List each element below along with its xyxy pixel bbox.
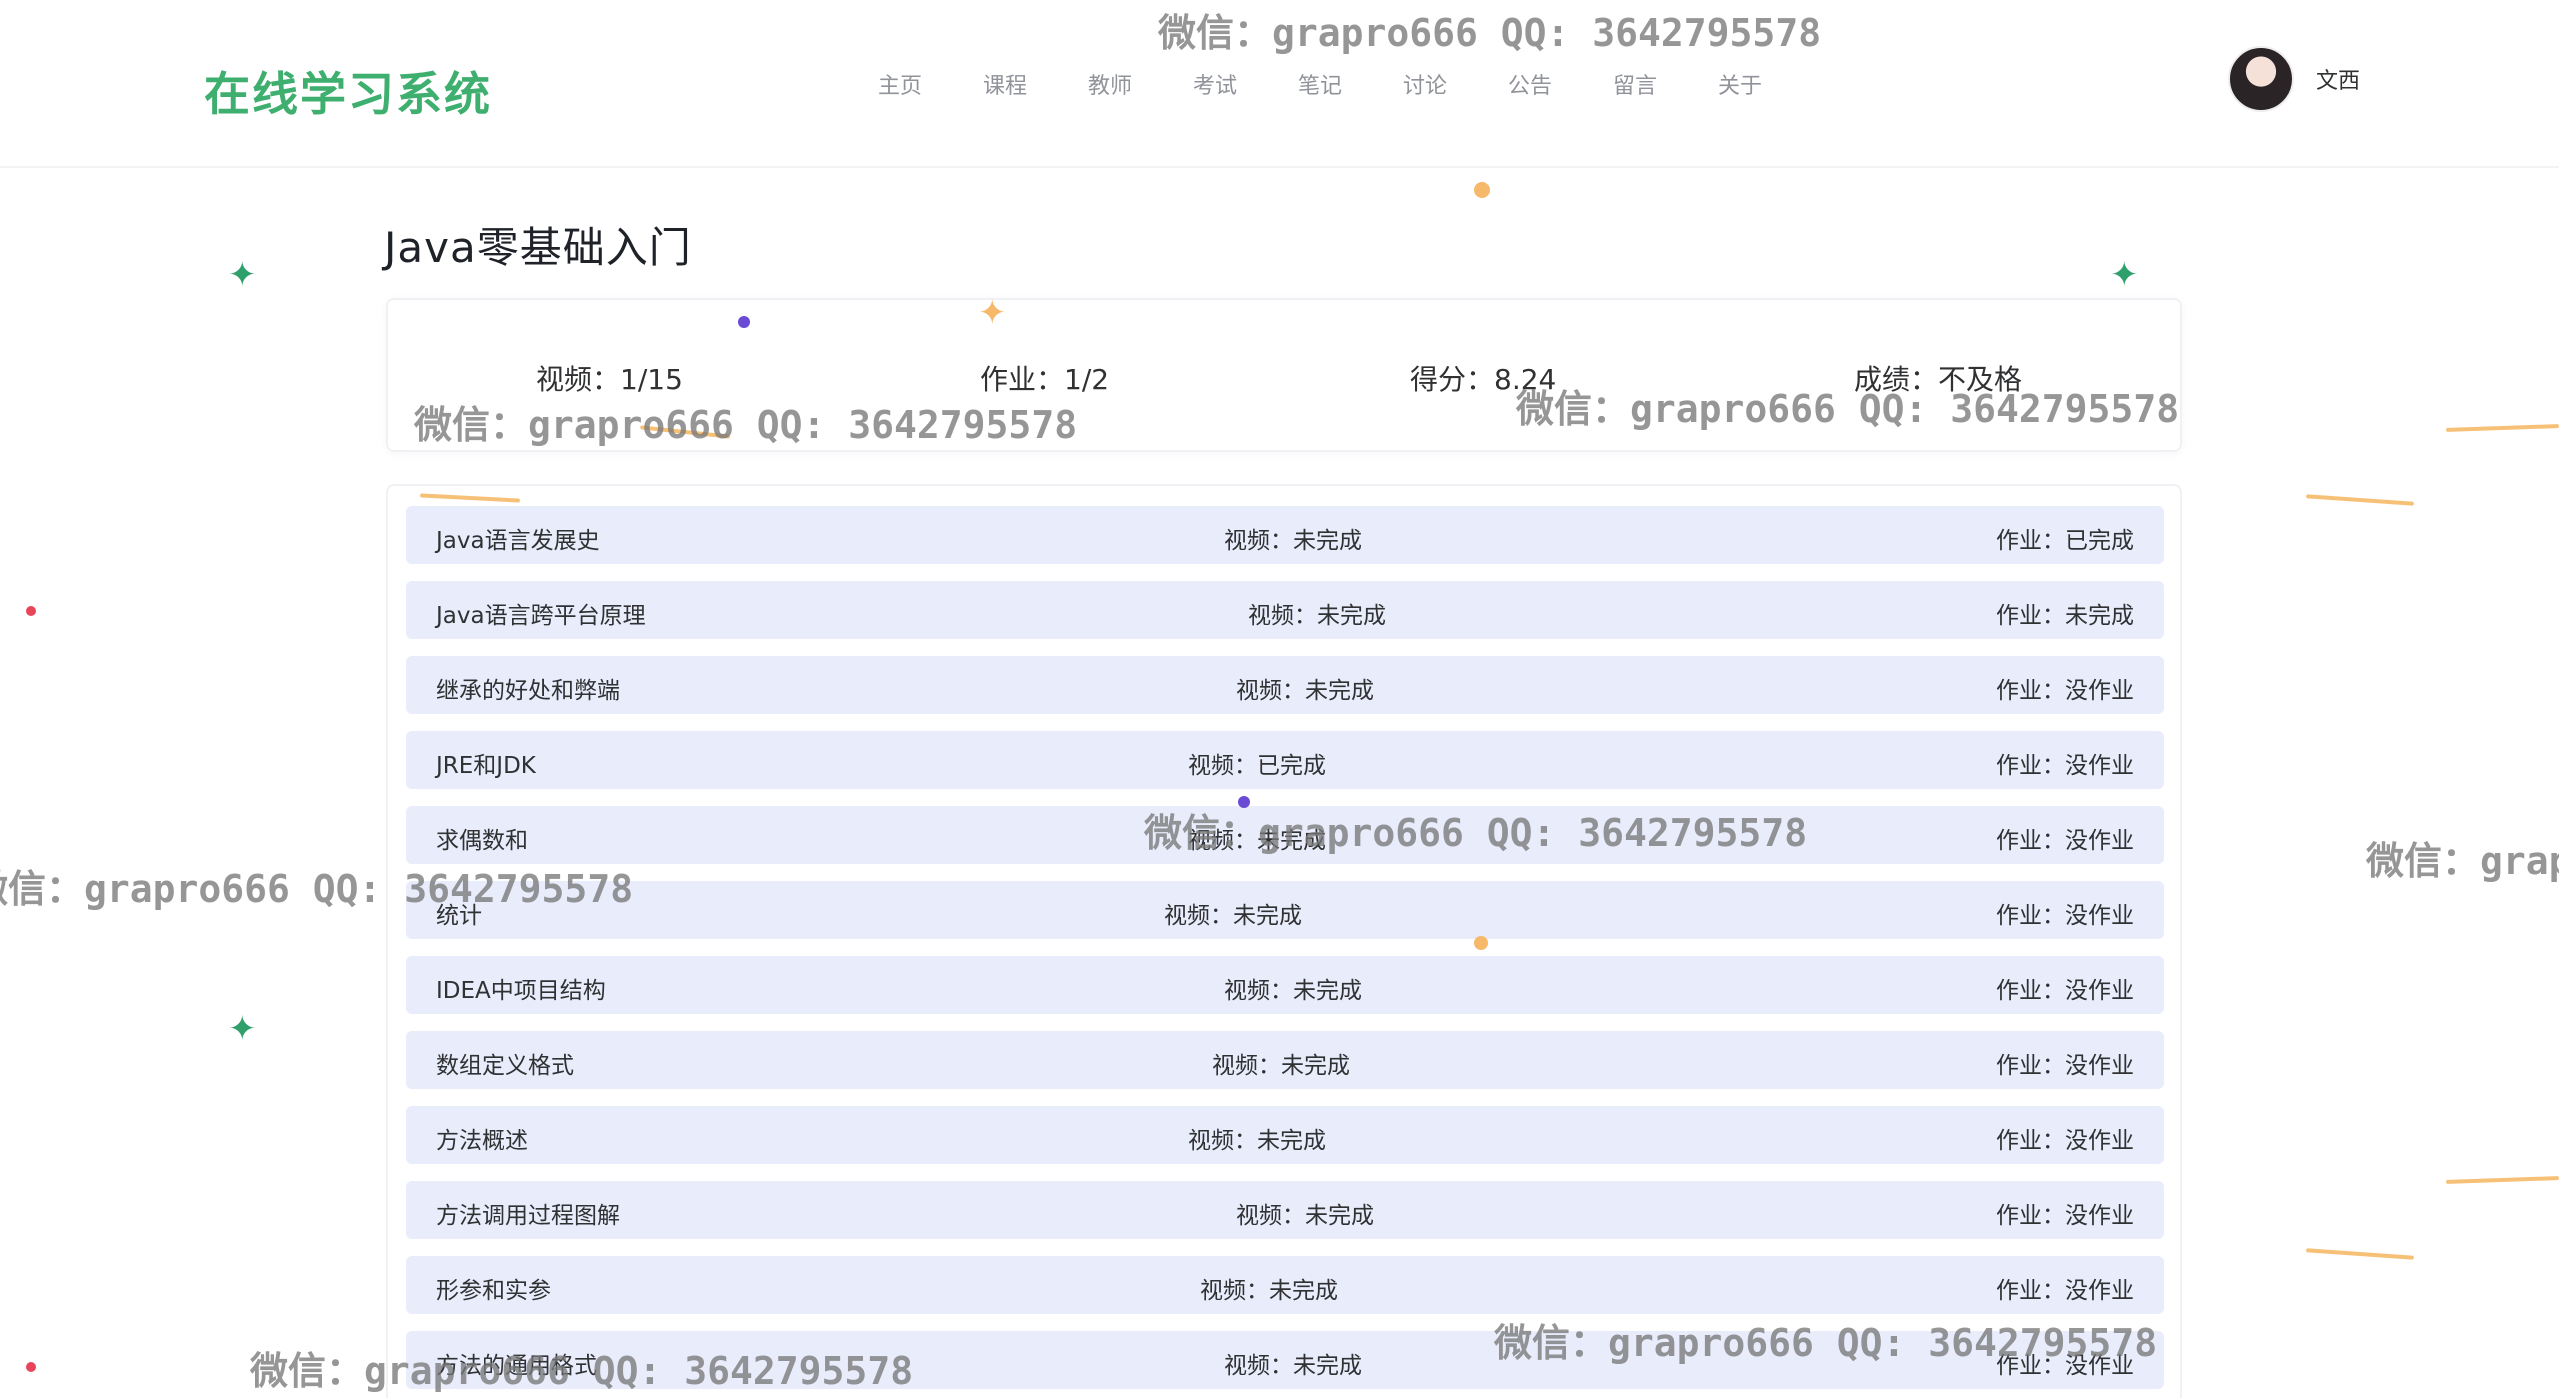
lesson-homework-status: 作业：没作业 — [1996, 903, 2134, 929]
lesson-video-status: 视频：未完成 — [1200, 1278, 1338, 1304]
lesson-name: 形参和实参 — [436, 1278, 551, 1304]
avatar[interactable] — [2228, 46, 2294, 112]
lesson-video-status: 视频：已完成 — [1188, 753, 1326, 779]
user-menu[interactable]: 文西 — [2228, 46, 2360, 112]
lesson-homework-status: 作业：没作业 — [1996, 1203, 2134, 1229]
watermark: 微信：grapro666 QQ: 3642795578 — [1494, 1321, 2158, 1365]
lesson-homework-status: 作业：没作业 — [1996, 1128, 2134, 1154]
watermark: 微信：grapro666 QQ: 3642795578 — [1144, 811, 1808, 855]
lesson-name: Java语言发展史 — [436, 528, 600, 554]
nav-item-notes[interactable]: 笔记 — [1298, 68, 1403, 100]
lesson-video-status: 视频：未完成 — [1248, 603, 1386, 629]
list-item[interactable]: Java语言跨平台原理 视频：未完成 作业：未完成 — [406, 581, 2164, 639]
nav-item-courses[interactable]: 课程 — [983, 68, 1088, 100]
curve-dash-icon — [2445, 424, 2559, 432]
list-item[interactable]: 方法概述 视频：未完成 作业：没作业 — [406, 1106, 2164, 1164]
curve-dash-icon — [2305, 494, 2415, 506]
nav-item-messages[interactable]: 留言 — [1613, 68, 1718, 100]
sparkle-star-icon: ✦ — [228, 1009, 257, 1049]
lesson-video-status: 视频：未完成 — [1236, 678, 1374, 704]
list-item[interactable]: JRE和JDK 视频：已完成 作业：没作业 — [406, 731, 2164, 789]
list-item[interactable]: 统计 视频：未完成 作业：没作业 — [406, 881, 2164, 939]
nav-item-about[interactable]: 关于 — [1718, 68, 1823, 100]
lesson-video-status: 视频：未完成 — [1224, 528, 1362, 554]
curve-dash-icon — [2445, 1176, 2559, 1184]
curve-dash-icon — [2305, 1248, 2415, 1260]
lesson-homework-status: 作业：已完成 — [1996, 528, 2134, 554]
nav-item-teachers[interactable]: 教师 — [1088, 68, 1193, 100]
nav-item-discussion[interactable]: 讨论 — [1403, 68, 1508, 100]
lesson-video-status: 视频：未完成 — [1212, 1053, 1350, 1079]
lesson-homework-status: 作业：没作业 — [1996, 678, 2134, 704]
sparkle-star-icon: ✦ — [2110, 255, 2139, 295]
lesson-list: Java语言发展史 视频：未完成 作业：已完成 Java语言跨平台原理 视频：未… — [386, 484, 2182, 1398]
lesson-name: JRE和JDK — [436, 753, 536, 779]
list-item[interactable]: Java语言发展史 视频：未完成 作业：已完成 — [406, 506, 2164, 564]
dot-icon — [26, 606, 36, 616]
main-nav: 主页 课程 教师 考试 笔记 讨论 公告 留言 关于 — [878, 68, 1823, 100]
lesson-homework-status: 作业：没作业 — [1996, 978, 2134, 1004]
lesson-homework-status: 作业：没作业 — [1996, 1278, 2134, 1304]
list-item[interactable]: 数组定义格式 视频：未完成 作业：没作业 — [406, 1031, 2164, 1089]
list-item[interactable]: 形参和实参 视频：未完成 作业：没作业 — [406, 1256, 2164, 1314]
list-item[interactable]: 继承的好处和弊端 视频：未完成 作业：没作业 — [406, 656, 2164, 714]
watermark: 微信：grapro666 QQ: 3642795578 — [1158, 11, 1822, 55]
username[interactable]: 文西 — [2316, 63, 2360, 95]
summary-homework-progress: 作业：1/2 — [980, 363, 1110, 396]
nav-item-exams[interactable]: 考试 — [1193, 68, 1298, 100]
summary-video-progress: 视频：1/15 — [536, 363, 683, 396]
lesson-homework-status: 作业：未完成 — [1996, 603, 2134, 629]
lesson-homework-status: 作业：没作业 — [1996, 1053, 2134, 1079]
dot-icon — [1474, 182, 1490, 198]
lesson-video-status: 视频：未完成 — [1224, 978, 1362, 1004]
lesson-video-status: 视频：未完成 — [1164, 903, 1302, 929]
lesson-homework-status: 作业：没作业 — [1996, 753, 2134, 779]
dot-icon — [738, 316, 750, 328]
page-title: Java零基础入门 — [384, 223, 692, 272]
sparkle-star-icon: ✦ — [978, 293, 1007, 333]
site-logo[interactable]: 在线学习系统 — [204, 58, 492, 124]
lesson-name: 继承的好处和弊端 — [436, 678, 620, 704]
lesson-homework-status: 作业：没作业 — [1996, 828, 2134, 854]
dot-icon — [1474, 936, 1488, 950]
lesson-video-status: 视频：未完成 — [1224, 1353, 1362, 1379]
lesson-name: 求偶数和 — [436, 828, 528, 854]
watermark: 微信：grapro666 QQ: 3642795578 — [250, 1349, 914, 1393]
nav-item-home[interactable]: 主页 — [878, 68, 983, 100]
lesson-name: 数组定义格式 — [436, 1053, 574, 1079]
list-item[interactable]: IDEA中项目结构 视频：未完成 作业：没作业 — [406, 956, 2164, 1014]
dot-icon — [26, 1362, 36, 1372]
lesson-video-status: 视频：未完成 — [1236, 1203, 1374, 1229]
list-item[interactable]: 方法调用过程图解 视频：未完成 作业：没作业 — [406, 1181, 2164, 1239]
lesson-name: Java语言跨平台原理 — [436, 603, 646, 629]
lesson-name: 方法调用过程图解 — [436, 1203, 620, 1229]
watermark: 微信：grapro666 QQ: 3642795578 — [2366, 839, 2559, 883]
lesson-name: 方法概述 — [436, 1128, 528, 1154]
watermark: 微信：grapro666 QQ: 3642795578 — [414, 403, 1078, 447]
nav-item-announcements[interactable]: 公告 — [1508, 68, 1613, 100]
sparkle-star-icon: ✦ — [228, 255, 257, 295]
lesson-name: IDEA中项目结构 — [436, 978, 606, 1004]
watermark: 微信：grapro666 QQ: 3642795578 — [1516, 387, 2180, 431]
watermark: 微信：grapro666 QQ: 3642795578 — [0, 867, 634, 911]
lesson-video-status: 视频：未完成 — [1188, 1128, 1326, 1154]
